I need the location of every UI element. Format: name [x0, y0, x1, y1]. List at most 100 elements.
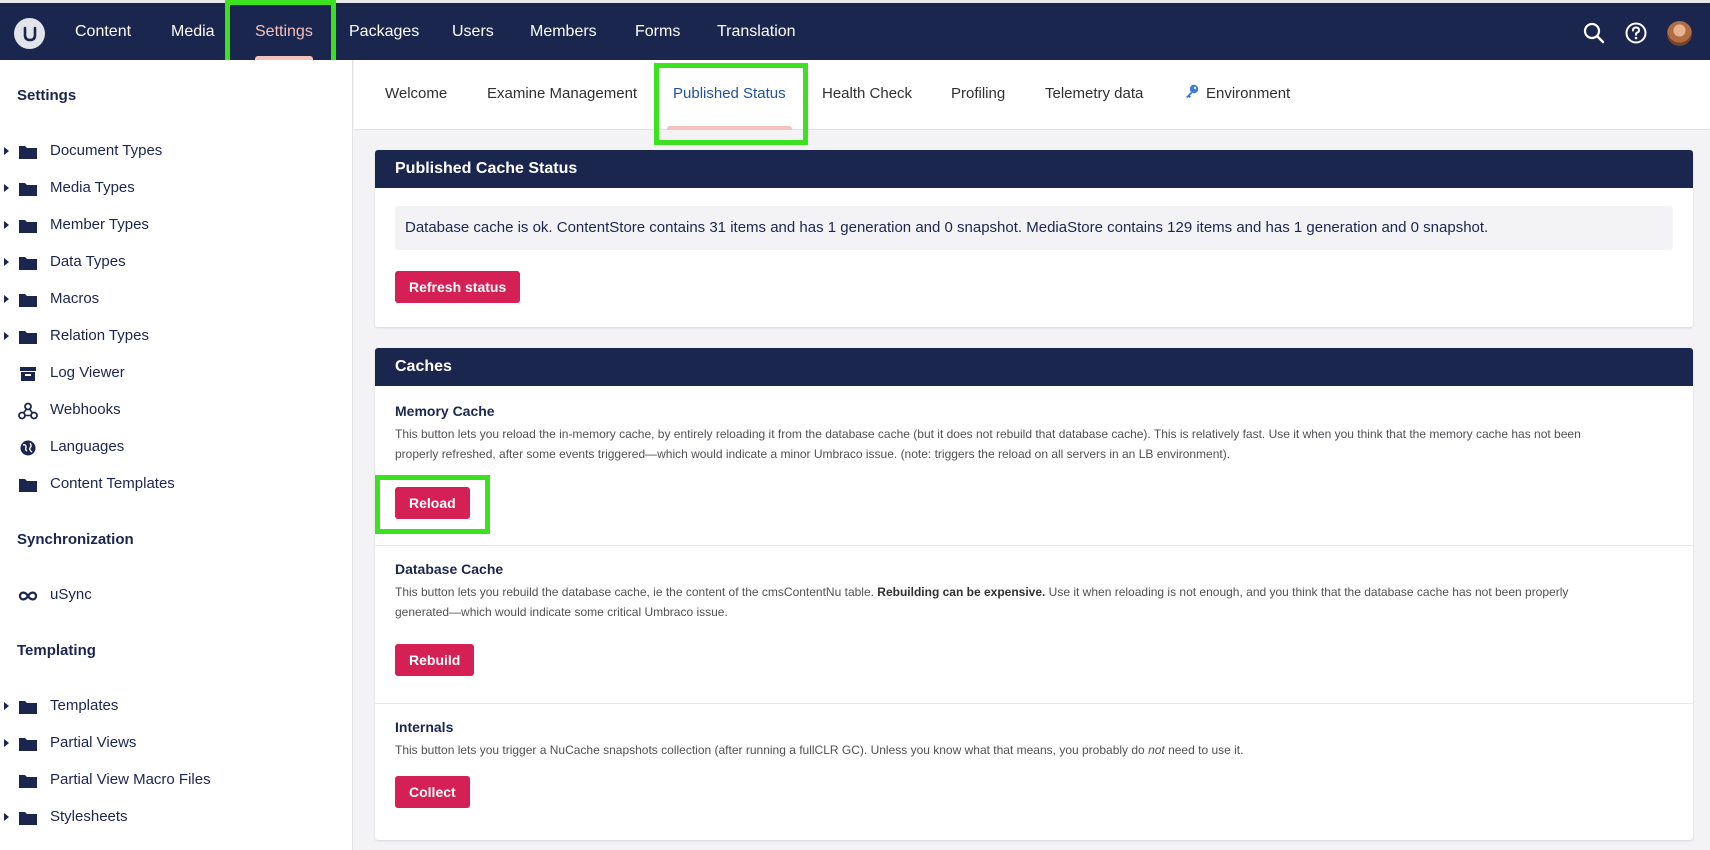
sidebar-item-media-types[interactable]: Media Types: [0, 170, 352, 207]
panel-title: Published Cache Status: [375, 150, 1693, 188]
caret-right-icon[interactable]: [4, 813, 9, 821]
caret-right-icon[interactable]: [4, 184, 9, 192]
sidebar-item-partial-views[interactable]: Partial Views: [0, 725, 352, 762]
desc-italic: not: [1148, 743, 1165, 757]
sidebar-item-label: Partial View Macro Files: [50, 771, 211, 788]
database-cache-title: Database Cache: [395, 561, 504, 577]
key-icon: [1186, 84, 1199, 98]
caret-right-icon[interactable]: [4, 295, 9, 303]
folder-icon: [19, 183, 37, 196]
nav-users[interactable]: Users: [446, 3, 500, 60]
webhook-icon: [18, 402, 38, 420]
folder-icon: [19, 738, 37, 751]
nav-translation[interactable]: Translation: [711, 3, 802, 60]
folder-icon: [19, 479, 37, 492]
sidebar-item-label: Macros: [50, 290, 100, 307]
sidebar-item-document-types[interactable]: Document Types: [0, 133, 352, 170]
folder-icon: [19, 257, 37, 270]
folder-icon: [19, 146, 37, 159]
sidebar-item-relation-types[interactable]: Relation Types: [0, 318, 352, 355]
internals-description: This button lets you trigger a NuCache s…: [395, 740, 1675, 760]
folder-icon: [19, 331, 37, 344]
sidebar-item-stylesheets[interactable]: Stylesheets: [0, 799, 352, 836]
database-cache-section: Database Cache This button lets you rebu…: [375, 545, 1693, 703]
nav-members[interactable]: Members: [524, 3, 603, 60]
archive-icon: [20, 367, 36, 381]
tab-published-status[interactable]: Published Status: [667, 60, 792, 130]
dashboard-tabs: Welcome Examine Management Published Sta…: [354, 60, 1710, 130]
settings-sidebar: Settings Document Types Media Types Memb…: [0, 60, 353, 850]
sidebar-item-log-viewer[interactable]: Log Viewer: [0, 355, 352, 392]
nav-settings[interactable]: Settings: [249, 3, 319, 60]
desc-text: This button lets you rebuild the databas…: [395, 585, 878, 599]
search-icon[interactable]: [1582, 21, 1606, 45]
caret-right-icon[interactable]: [4, 332, 9, 340]
nav-content[interactable]: Content: [69, 3, 137, 60]
database-cache-desc-line: generated—which would indicate some crit…: [395, 605, 728, 619]
sidebar-item-content-templates[interactable]: Content Templates: [0, 466, 352, 503]
panel-title: Caches: [375, 348, 1693, 386]
sidebar-item-label: Stylesheets: [50, 808, 128, 825]
sidebar-section-synchronization: Synchronization: [17, 531, 134, 548]
nav-media[interactable]: Media: [165, 3, 221, 60]
sidebar-item-label: Data Types: [50, 253, 126, 270]
nav-packages[interactable]: Packages: [343, 3, 425, 60]
tab-environment[interactable]: Environment: [1184, 60, 1290, 130]
sidebar-item-label: Log Viewer: [50, 364, 125, 381]
nav-forms[interactable]: Forms: [629, 3, 686, 60]
folder-icon: [19, 294, 37, 307]
sidebar-item-partial-view-macro-files[interactable]: Partial View Macro Files: [0, 762, 352, 799]
database-cache-desc-line: This button lets you rebuild the databas…: [395, 582, 1675, 602]
folder-icon: [19, 220, 37, 233]
desc-text: This button lets you trigger a NuCache s…: [395, 743, 1149, 757]
caret-right-icon[interactable]: [4, 147, 9, 155]
caches-panel: Caches Memory Cache This button lets you…: [375, 348, 1693, 840]
sidebar-item-data-types[interactable]: Data Types: [0, 244, 352, 281]
caret-right-icon[interactable]: [4, 739, 9, 747]
sidebar-item-label: Languages: [50, 438, 125, 455]
cache-status-message: Database cache is ok. ContentStore conta…: [395, 206, 1673, 250]
folder-icon: [19, 775, 37, 788]
sidebar-item-label: Content Templates: [50, 475, 175, 492]
sidebar-item-templates[interactable]: Templates: [0, 688, 352, 725]
sidebar-item-member-types[interactable]: Member Types: [0, 207, 352, 244]
memory-cache-desc-line: This button lets you reload the in-memor…: [395, 427, 1581, 441]
tab-health-check[interactable]: Health Check: [822, 60, 912, 130]
sidebar-item-languages[interactable]: Languages: [0, 429, 352, 466]
sidebar-item-label: Webhooks: [50, 401, 121, 418]
desc-text: need to use it.: [1164, 743, 1244, 757]
tab-profiling[interactable]: Profiling: [951, 60, 1005, 130]
reload-button[interactable]: Reload: [395, 487, 470, 519]
rebuild-button[interactable]: Rebuild: [395, 644, 475, 676]
globe-icon: [20, 440, 36, 456]
collect-button[interactable]: Collect: [395, 776, 470, 808]
sidebar-item-label: Templates: [50, 697, 119, 714]
tab-welcome[interactable]: Welcome: [385, 60, 447, 130]
memory-cache-description: This button lets you reload the in-memor…: [395, 424, 1675, 464]
tab-telemetry-data[interactable]: Telemetry data: [1045, 60, 1143, 130]
umbraco-logo-icon[interactable]: [14, 18, 45, 49]
internals-section: Internals This button lets you trigger a…: [375, 703, 1693, 840]
memory-cache-desc-line: properly refreshed, after some events tr…: [395, 447, 1231, 461]
sidebar-item-label: Document Types: [50, 142, 163, 159]
user-avatar[interactable]: [1667, 21, 1692, 46]
sidebar-item-label: Partial Views: [50, 734, 137, 751]
refresh-status-button[interactable]: Refresh status: [395, 271, 521, 303]
caret-right-icon[interactable]: [4, 258, 9, 266]
sidebar-section-templating: Templating: [17, 642, 96, 659]
caret-right-icon[interactable]: [4, 702, 9, 710]
published-cache-status-panel: Published Cache Status Database cache is…: [375, 150, 1693, 327]
sidebar-item-webhooks[interactable]: Webhooks: [0, 392, 352, 429]
caret-right-icon[interactable]: [4, 221, 9, 229]
internals-title: Internals: [395, 719, 454, 735]
infinity-icon: [18, 591, 38, 601]
desc-text: Use it when reloading is not enough, and…: [1045, 585, 1569, 599]
sidebar-item-macros[interactable]: Macros: [0, 281, 352, 318]
sidebar-section-settings: Settings: [17, 87, 77, 104]
tab-examine-management[interactable]: Examine Management: [487, 60, 637, 130]
sidebar-item-label: Relation Types: [50, 327, 149, 344]
folder-icon: [19, 812, 37, 825]
sidebar-item-usync[interactable]: uSync: [0, 577, 352, 614]
help-icon[interactable]: [1624, 21, 1648, 45]
sidebar-item-label: uSync: [50, 586, 92, 603]
